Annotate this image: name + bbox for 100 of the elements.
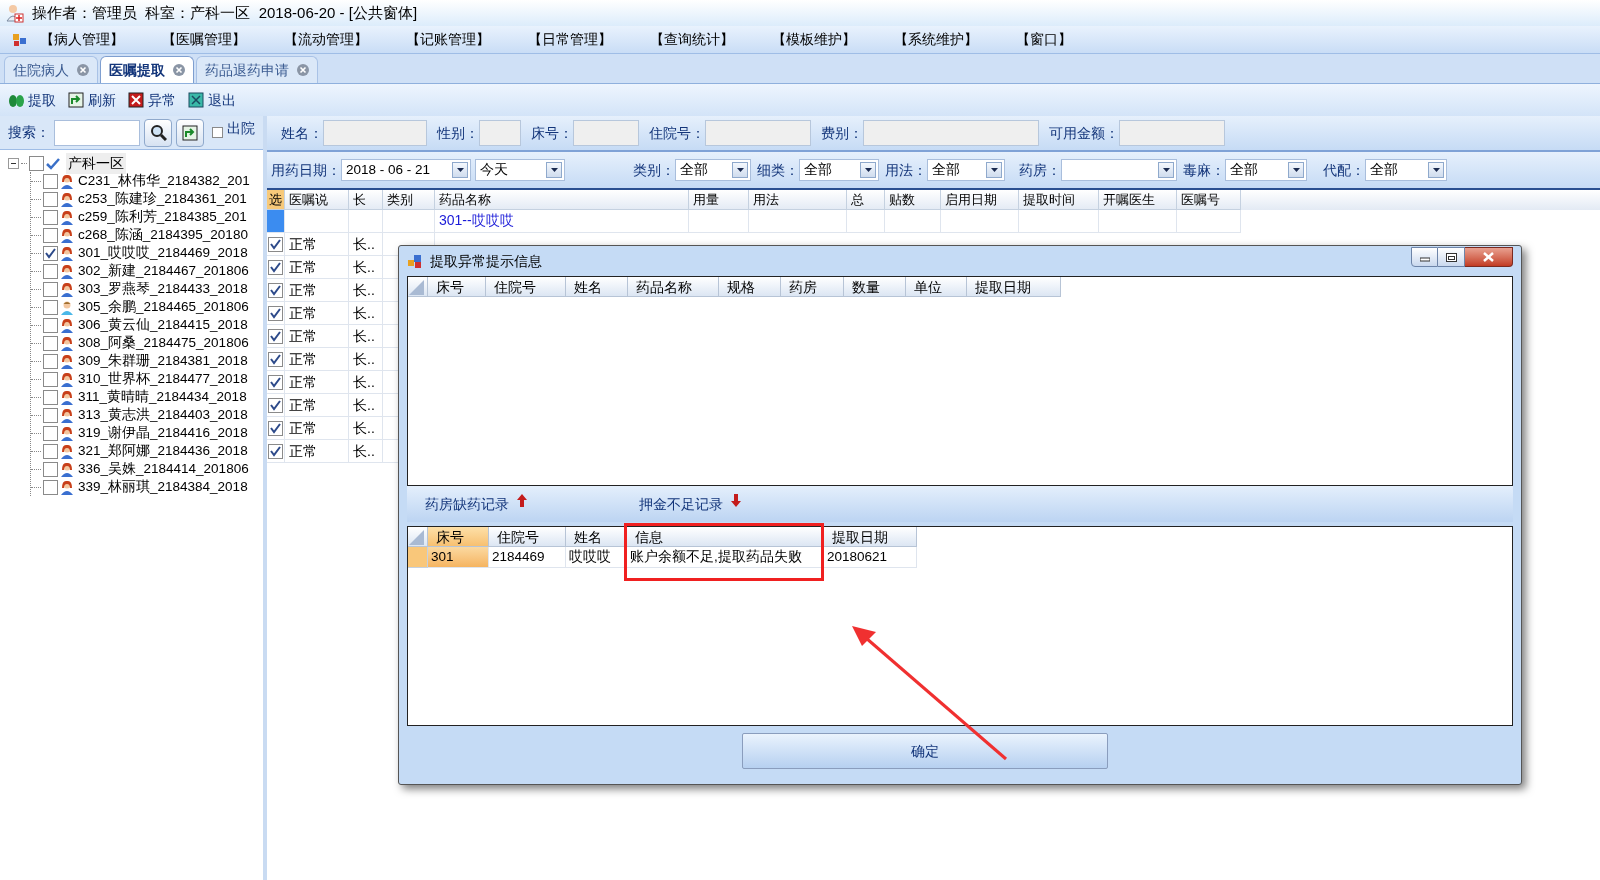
tab[interactable]: 药品退药申请 [196,56,318,83]
search-button[interactable] [144,118,172,147]
menu-item[interactable]: 【窗口】 [1015,29,1073,50]
checkbox[interactable] [43,335,58,351]
column-header[interactable]: 类别 [383,190,435,210]
ok-button[interactable]: 确定 [742,733,1108,769]
woman-icon [60,371,74,387]
checkbox[interactable] [43,245,58,261]
woman-icon [60,353,74,369]
checkbox[interactable] [268,236,283,252]
menu-item[interactable]: 【记账管理】 [405,29,491,50]
maximize-button[interactable] [1438,247,1465,267]
checkbox[interactable] [268,328,283,344]
menu-item[interactable]: 【医嘱管理】 [161,29,247,50]
menu-item[interactable]: 【病人管理】 [39,29,125,50]
woman-icon [60,209,74,225]
checkbox[interactable] [212,127,223,138]
date-picker[interactable]: 2018 - 06 - 21 [341,159,471,181]
column-header[interactable]: 医嘱说 [285,190,349,210]
column-header[interactable]: 长 [349,190,383,210]
table-cell-text: 长.. [352,349,375,369]
column-header[interactable]: 床号 [428,277,486,297]
checkbox[interactable] [43,263,58,279]
checkbox[interactable] [268,305,283,321]
checkbox[interactable] [43,407,58,423]
refresh-button[interactable] [176,118,204,147]
column-header[interactable]: 药房 [781,277,844,297]
menu-item[interactable]: 【模板维护】 [771,29,857,50]
checkbox[interactable] [43,299,58,315]
column-header[interactable]: 提取日期 [967,277,1061,297]
column-header[interactable]: 总 [847,190,885,210]
select-all-corner[interactable] [408,277,428,297]
dropdown[interactable]: 全部 [927,159,1005,181]
checkbox[interactable] [43,479,58,495]
tree-root-label[interactable]: 产科一区 [66,152,126,174]
checkbox[interactable] [268,397,283,413]
column-header[interactable]: 药品名称 [435,190,689,210]
minimize-button[interactable] [1411,247,1438,267]
toolbar-button[interactable]: 退出 [188,89,236,111]
toolbar-button[interactable]: 刷新 [68,89,116,111]
column-header[interactable]: 单位 [906,277,967,297]
checkbox[interactable] [43,461,58,477]
tree-expander[interactable] [8,157,19,169]
checkbox[interactable] [268,374,283,390]
column-header[interactable]: 规格 [719,277,781,297]
dropdown[interactable]: 全部 [799,159,879,181]
woman-icon [60,479,74,495]
close-button[interactable] [1465,247,1513,267]
checkbox[interactable] [268,282,283,298]
dropdown[interactable]: 全部 [675,159,751,181]
column-header[interactable]: 医嘱号 [1177,190,1241,210]
menu-item[interactable]: 【日常管理】 [527,29,613,50]
column-header[interactable]: 用法 [749,190,847,210]
checkbox[interactable] [43,443,58,459]
checkbox[interactable] [43,173,58,189]
checkbox[interactable] [43,389,58,405]
search-field[interactable] [54,119,140,146]
caret-icon [864,168,872,172]
checkbox[interactable] [268,259,283,275]
column-header[interactable]: 姓名 [566,527,627,547]
checkbox[interactable] [268,443,283,459]
checkbox[interactable] [43,191,58,207]
checkbox[interactable] [268,420,283,436]
checkbox[interactable] [43,317,58,333]
column-header[interactable]: 信息 [627,527,824,547]
menu-item[interactable]: 【流动管理】 [283,29,369,50]
column-header[interactable]: 启用日期 [941,190,1019,210]
dropdown[interactable]: 全部 [1365,159,1447,181]
column-header[interactable]: 药品名称 [628,277,719,297]
checkbox[interactable] [43,281,58,297]
tab[interactable]: 住院病人 [4,56,98,83]
caret-icon [1432,168,1440,172]
select-all-corner[interactable] [408,527,428,547]
column-header[interactable]: 住院号 [489,527,566,547]
checkbox[interactable] [43,209,58,225]
column-header[interactable]: 数量 [844,277,906,297]
tab[interactable]: 医嘱提取 [100,56,194,83]
column-header[interactable]: 住院号 [486,277,566,297]
column-header[interactable]: 选 [267,190,285,210]
column-header[interactable]: 提取日期 [824,527,917,547]
checkbox[interactable] [29,155,44,171]
column-header[interactable]: 姓名 [566,277,628,297]
table-cell-text: 正常 [288,326,317,346]
menu-item[interactable]: 【系统维护】 [893,29,979,50]
dropdown[interactable]: 今天 [475,159,565,181]
checkbox[interactable] [268,351,283,367]
column-header[interactable]: 床号 [428,527,489,547]
column-header[interactable]: 开嘱医生 [1099,190,1177,210]
checkbox[interactable] [43,371,58,387]
checkbox[interactable] [43,227,58,243]
column-header[interactable]: 用量 [689,190,749,210]
checkbox[interactable] [43,425,58,441]
dropdown[interactable]: 全部 [1225,159,1307,181]
column-header[interactable]: 贴数 [885,190,941,210]
toolbar-button[interactable]: 异常 [128,89,176,111]
menu-item[interactable]: 【查询统计】 [649,29,735,50]
dropdown[interactable] [1061,159,1177,181]
checkbox[interactable] [43,353,58,369]
toolbar-button[interactable]: 提取 [8,89,56,111]
column-header[interactable]: 提取时间 [1019,190,1099,210]
